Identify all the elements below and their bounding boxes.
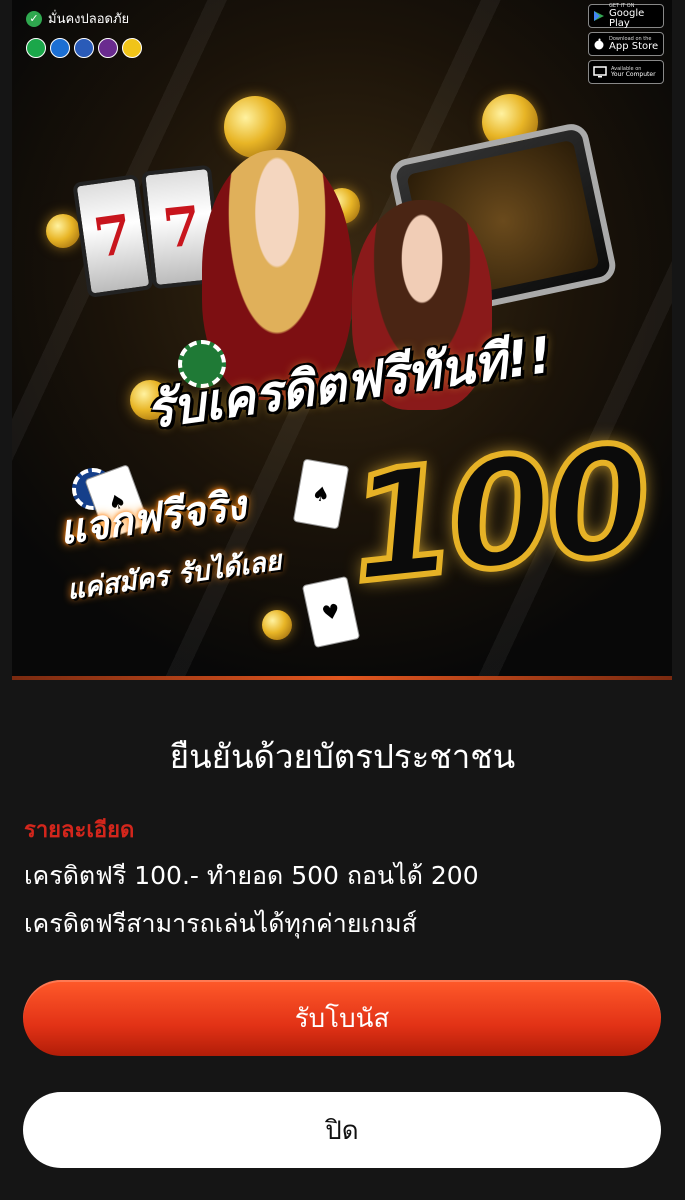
trust-label: มั่นคงปลอดภัย bbox=[48, 12, 130, 27]
bank-logo-icon bbox=[50, 38, 70, 58]
store-big-label: Google Play bbox=[609, 7, 645, 29]
store-big-label: Your Computer bbox=[611, 70, 656, 78]
detail-line-1: เครดิตฟรี 100.- ทำยอด 500 ถอนได้ 200 bbox=[24, 861, 479, 890]
store-big-label: App Store bbox=[609, 40, 659, 52]
trust-badge: ✓ มั่นคงปลอดภัย bbox=[26, 8, 129, 29]
gold-coin-icon bbox=[224, 96, 286, 158]
bank-logo-icon bbox=[98, 38, 118, 58]
bank-logos bbox=[26, 38, 142, 58]
close-button[interactable]: ปิด bbox=[23, 1092, 661, 1168]
promo-dialog: ✓ มั่นคงปลอดภัย GET IT ON Google Play Do… bbox=[0, 0, 685, 1200]
bank-logo-icon bbox=[122, 38, 142, 58]
bank-logo-icon bbox=[26, 38, 46, 58]
google-play-badge[interactable]: GET IT ON Google Play bbox=[588, 3, 664, 29]
claim-bonus-button[interactable]: รับโบนัส bbox=[23, 980, 661, 1056]
check-icon: ✓ bbox=[26, 10, 42, 27]
computer-badge[interactable]: Available on Your Computer bbox=[588, 60, 664, 84]
playing-card-icon: ♠ bbox=[292, 458, 350, 530]
play-icon bbox=[594, 11, 604, 21]
bank-logo-icon bbox=[74, 38, 94, 58]
detail-label: รายละเอียด bbox=[24, 818, 135, 843]
store-badges: GET IT ON Google Play Download on the Ap… bbox=[588, 3, 664, 84]
promo-banner[interactable]: ✓ มั่นคงปลอดภัย GET IT ON Google Play Do… bbox=[12, 0, 672, 680]
playing-card-icon: ♥ bbox=[301, 575, 361, 649]
slot-reel-icon: 7 bbox=[72, 173, 154, 299]
monitor-icon bbox=[593, 66, 607, 78]
gold-coin-icon bbox=[46, 214, 80, 248]
promo-amount: 100 bbox=[339, 410, 657, 620]
gold-coin-icon bbox=[262, 610, 292, 640]
detail-line-2: เครดิตฟรีสามารถเล่นได้ทุกค่ายเกมส์ bbox=[24, 909, 417, 938]
banner-divider bbox=[12, 676, 672, 680]
app-store-badge[interactable]: Download on the App Store bbox=[588, 32, 664, 56]
dialog-title: ยืนยันด้วยบัตรประชาชน bbox=[169, 737, 516, 776]
apple-icon bbox=[594, 38, 604, 50]
